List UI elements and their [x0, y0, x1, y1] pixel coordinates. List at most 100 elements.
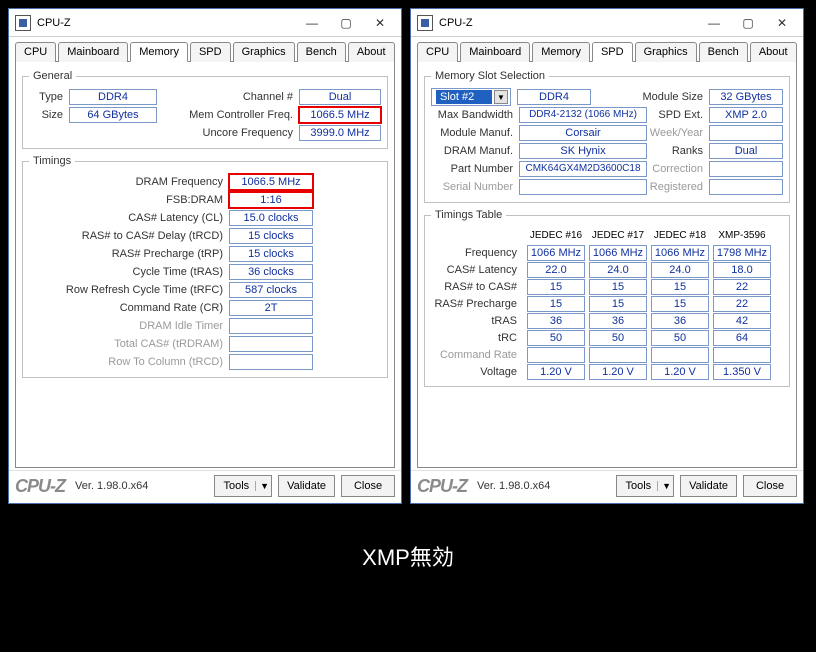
size-value: 64 GBytes	[69, 107, 157, 123]
table-row: RAS# Precharge15151522	[431, 295, 783, 312]
slot-group: Memory Slot Selection Slot #2 ▼ DDR4 Mod…	[424, 70, 790, 203]
cell: 24.0	[651, 262, 709, 278]
cell: 1.20 V	[589, 364, 647, 380]
app-icon	[15, 15, 31, 31]
slot-selected: Slot #2	[436, 90, 492, 104]
maximize-button[interactable]: ▢	[329, 12, 363, 34]
fsb-dram-value: 1:16	[229, 192, 313, 208]
validate-button[interactable]: Validate	[680, 475, 737, 497]
tab-about[interactable]: About	[348, 42, 395, 62]
tab-bench[interactable]: Bench	[297, 42, 346, 62]
trcd-label: RAS# to CAS# Delay (tRCD)	[29, 230, 229, 242]
rtc-label: Row To Column (tRCD)	[29, 356, 229, 368]
cell: 24.0	[589, 262, 647, 278]
cell: 1066 MHz	[651, 245, 709, 261]
minimize-button[interactable]: —	[295, 12, 329, 34]
window-title: CPU-Z	[37, 17, 71, 29]
row-label: Voltage	[431, 366, 523, 378]
cell: 15	[651, 296, 709, 312]
mfr-label: Module Manuf.	[431, 127, 519, 139]
timings-legend: Timings	[29, 155, 75, 167]
tab-mainboard[interactable]: Mainboard	[58, 42, 128, 62]
chevron-down-icon[interactable]: ▼	[494, 90, 508, 104]
window-title: CPU-Z	[439, 17, 473, 29]
minimize-button[interactable]: —	[697, 12, 731, 34]
general-group: General Type DDR4 Channel # Dual Size 64…	[22, 70, 388, 149]
table-row: tRAS36363642	[431, 312, 783, 329]
maxbw-label: Max Bandwidth	[431, 109, 519, 121]
tras-value: 36 clocks	[229, 264, 313, 280]
total-cas-value	[229, 336, 313, 352]
table-row: Command Rate	[431, 346, 783, 363]
tab-memory[interactable]: Memory	[532, 42, 590, 62]
cell	[713, 347, 771, 363]
tab-cpu[interactable]: CPU	[15, 42, 56, 62]
maximize-button[interactable]: ▢	[731, 12, 765, 34]
validate-button[interactable]: Validate	[278, 475, 335, 497]
col-3: XMP-3596	[713, 230, 771, 241]
tab-graphics[interactable]: Graphics	[233, 42, 295, 62]
dram-mfr-value: SK Hynix	[519, 143, 647, 159]
maxbw-value: DDR4-2132 (1066 MHz)	[519, 107, 647, 123]
channel-value: Dual	[299, 89, 381, 105]
week-label: Week/Year	[649, 127, 709, 139]
tab-cpu[interactable]: CPU	[417, 42, 458, 62]
cell	[589, 347, 647, 363]
table-row: RAS# to CAS#15151522	[431, 278, 783, 295]
cell: 36	[589, 313, 647, 329]
tab-mainboard[interactable]: Mainboard	[460, 42, 530, 62]
titlebar[interactable]: CPU-Z — ▢ ✕	[9, 9, 401, 37]
close-button[interactable]: ✕	[765, 12, 799, 34]
trp-label: RAS# Precharge (tRP)	[29, 248, 229, 260]
mcf-label: Mem Controller Freq.	[181, 109, 299, 121]
ranks-value: Dual	[709, 143, 783, 159]
tab-spd[interactable]: SPD	[592, 42, 633, 62]
close-footer-button[interactable]: Close	[341, 475, 395, 497]
tools-button[interactable]: Tools▼	[214, 475, 272, 497]
tab-about[interactable]: About	[750, 42, 797, 62]
cell: 50	[589, 330, 647, 346]
type-label: Type	[29, 91, 69, 103]
cl-value: 15.0 clocks	[229, 210, 313, 226]
dropdown-caret-icon: ▼	[255, 481, 269, 491]
tab-graphics[interactable]: Graphics	[635, 42, 697, 62]
brand-label: CPU-Z	[15, 476, 65, 497]
cell: 15	[589, 296, 647, 312]
cell: 50	[527, 330, 585, 346]
registered-value	[709, 179, 783, 195]
footer: CPU-Z Ver. 1.98.0.x64 Tools▼ Validate Cl…	[411, 470, 803, 503]
mfr-value: Corsair	[519, 125, 647, 141]
general-legend: General	[29, 70, 76, 82]
close-button[interactable]: ✕	[363, 12, 397, 34]
slot-select[interactable]: Slot #2 ▼	[431, 88, 511, 106]
table-row: Frequency1066 MHz1066 MHz1066 MHz1798 MH…	[431, 244, 783, 261]
dram-freq-value: 1066.5 MHz	[229, 174, 313, 190]
cell: 18.0	[713, 262, 771, 278]
tab-memory[interactable]: Memory	[130, 42, 188, 62]
cell: 22	[713, 279, 771, 295]
fsb-dram-label: FSB:DRAM	[29, 194, 229, 206]
close-footer-button[interactable]: Close	[743, 475, 797, 497]
version-label: Ver. 1.98.0.x64	[75, 480, 148, 492]
cell: 1.20 V	[651, 364, 709, 380]
tab-strip: CPU Mainboard Memory SPD Graphics Bench …	[15, 41, 395, 61]
tab-bench[interactable]: Bench	[699, 42, 748, 62]
tools-button[interactable]: Tools▼	[616, 475, 674, 497]
version-label: Ver. 1.98.0.x64	[477, 480, 550, 492]
tab-spd[interactable]: SPD	[190, 42, 231, 62]
part-label: Part Number	[431, 163, 519, 175]
tab-strip: CPU Mainboard Memory SPD Graphics Bench …	[417, 41, 797, 61]
slot-legend: Memory Slot Selection	[431, 70, 549, 82]
channel-label: Channel #	[203, 91, 299, 103]
row-label: Command Rate	[431, 349, 523, 361]
uncore-value: 3999.0 MHz	[299, 125, 381, 141]
serial-value	[519, 179, 647, 195]
cell	[527, 347, 585, 363]
cell: 36	[651, 313, 709, 329]
week-value	[709, 125, 783, 141]
cl-label: CAS# Latency (CL)	[29, 212, 229, 224]
modsize-value: 32 GBytes	[709, 89, 783, 105]
titlebar[interactable]: CPU-Z — ▢ ✕	[411, 9, 803, 37]
slot-type-value: DDR4	[517, 89, 591, 105]
correction-value	[709, 161, 783, 177]
